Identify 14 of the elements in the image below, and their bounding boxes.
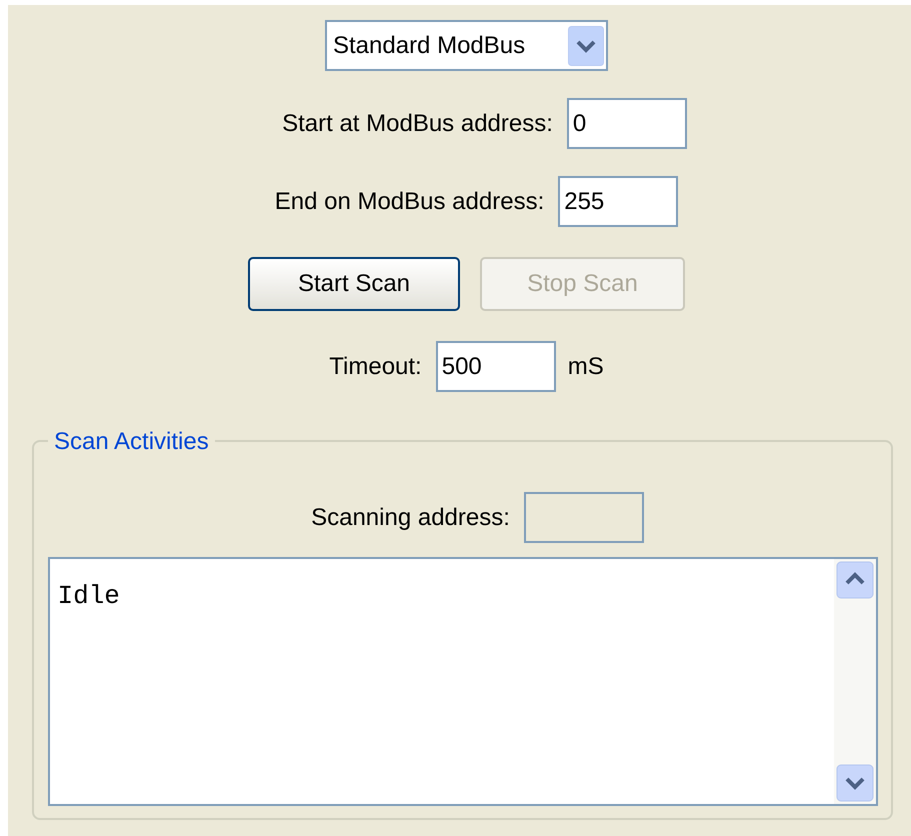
scroll-up-icon[interactable]	[836, 561, 874, 599]
unit-label: mS	[568, 352, 604, 382]
address-field[interactable]: 0	[566, 98, 687, 149]
scroll-down-icon[interactable]	[836, 764, 874, 802]
protocol-dropdown[interactable]: Standard ModBus	[325, 20, 608, 71]
field-label: End on ModBus address:	[274, 186, 544, 216]
scanning-address-label: Scanning address:	[311, 502, 510, 532]
log-text: Idle	[56, 580, 121, 613]
scrollbar[interactable]	[834, 559, 876, 804]
timeout-field[interactable]: 500	[436, 341, 556, 392]
address-field[interactable]: 255	[558, 176, 678, 227]
scan-button[interactable]: Start Scan	[248, 257, 460, 311]
field-label: Start at ModBus address:	[282, 108, 553, 138]
timeout-label: Timeout:	[329, 352, 422, 382]
